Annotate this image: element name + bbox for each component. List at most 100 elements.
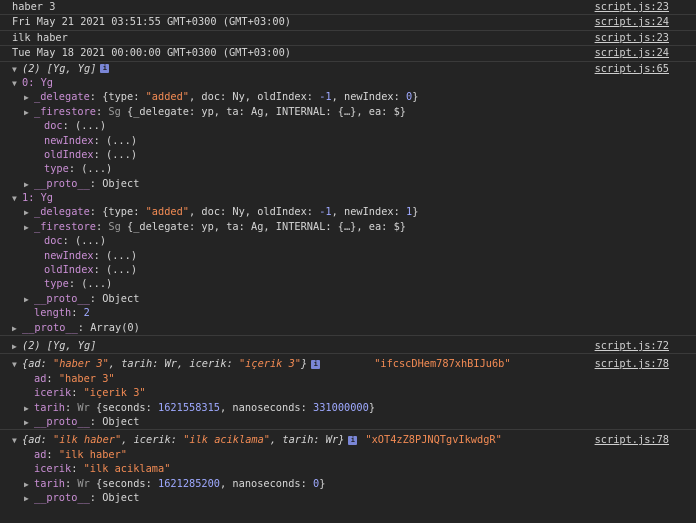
getter-value[interactable]: (...) [81, 163, 112, 175]
getter-row[interactable]: newIndex: (...) [0, 134, 696, 148]
property-value: } [412, 91, 419, 104]
info-icon[interactable]: i [100, 64, 110, 74]
property-value: {type: [102, 91, 146, 104]
string-value: "ilk haber" [53, 434, 122, 447]
string-value: "haber 3" [53, 358, 109, 371]
proto-row[interactable]: ▶ __proto__: Object [0, 292, 696, 306]
array-item-row[interactable]: ▼ 0: Yg [0, 76, 696, 90]
property-key: newIndex [44, 134, 94, 147]
triangle-down-icon[interactable]: ▼ [12, 63, 22, 77]
source-link[interactable]: script.js:78 [595, 433, 669, 447]
info-icon[interactable]: i [348, 435, 358, 445]
property-row[interactable]: ▶ _firestore: Sg {_delegate: yp, ta: Ag, … [0, 105, 696, 119]
array-summary-row[interactable]: ▼ (2) [Yg, Yg] i script.js:65 [0, 62, 696, 76]
source-link[interactable]: script.js:24 [595, 46, 669, 60]
number-value: -1 [319, 206, 332, 219]
getter-row[interactable]: oldIndex: (...) [0, 263, 696, 277]
source-link[interactable]: script.js:78 [595, 357, 669, 371]
devtools-console: haber 3 script.js:23 Fri May 21 2021 03:5… [0, 0, 696, 523]
proto-row[interactable]: ▶ __proto__: Object [0, 177, 696, 191]
log-text: Tue May 18 2021 00:00:00 GMT+0300 (GMT+0… [12, 47, 291, 60]
triangle-right-icon[interactable]: ▶ [12, 340, 22, 354]
info-icon[interactable]: i [311, 359, 321, 369]
console-message-object: ▼ {ad: "haber 3", tarih: Wr, icerik: "içe… [0, 353, 696, 429]
property-key: __proto__ [34, 491, 90, 504]
property-key: icerik [34, 387, 72, 400]
array-index-label: 1: Yg [22, 192, 53, 205]
property-value: Array(0) [90, 321, 140, 334]
property-row[interactable]: ▶ tarih: Wr {seconds: 1621285200, nanosec… [0, 477, 696, 491]
string-value: "haber 3" [58, 372, 115, 385]
property-value: } [412, 206, 419, 219]
getter-row[interactable]: doc: (...) [0, 119, 696, 133]
triangle-right-icon[interactable]: ▶ [24, 492, 34, 506]
triangle-right-icon[interactable]: ▶ [24, 178, 34, 192]
triangle-down-icon[interactable]: ▼ [12, 434, 22, 448]
log-text: Fri May 21 2021 03:51:55 GMT+0300 (GMT+0… [12, 16, 291, 29]
getter-value[interactable]: (...) [106, 250, 137, 262]
triangle-right-icon[interactable]: ▶ [24, 402, 34, 416]
property-value: {seconds: [89, 401, 159, 414]
property-row[interactable]: ▶ _delegate: {type: "added", doc: Ny, old… [0, 205, 696, 219]
triangle-down-icon[interactable]: ▼ [12, 192, 22, 206]
triangle-right-icon[interactable]: ▶ [24, 478, 34, 492]
property-key: _delegate [34, 91, 90, 104]
property-key: length [34, 307, 72, 320]
property-key: type [44, 163, 69, 176]
object-summary-row[interactable]: ▼ {ad: "haber 3", tarih: Wr, icerik: "içe… [0, 357, 696, 371]
property-key: ad [34, 448, 47, 461]
property-row: ad: "haber 3" [34, 372, 115, 385]
property-key: icerik [34, 463, 72, 476]
string-value: "ilk aciklama" [83, 463, 171, 476]
number-value: 2 [83, 307, 90, 320]
property-row[interactable]: ▶ _delegate: {type: "added", doc: Ny, old… [0, 90, 696, 104]
triangle-right-icon[interactable]: ▶ [24, 106, 34, 120]
proto-row[interactable]: ▶ __proto__: Array(0) [0, 321, 696, 335]
getter-value[interactable]: (...) [106, 135, 137, 147]
getter-row[interactable]: newIndex: (...) [0, 249, 696, 263]
proto-row[interactable]: ▶ __proto__: Object [0, 415, 696, 429]
source-link[interactable]: script.js:72 [595, 339, 669, 353]
getter-row[interactable]: oldIndex: (...) [0, 148, 696, 162]
triangle-right-icon[interactable]: ▶ [24, 221, 34, 235]
property-key: __proto__ [34, 177, 90, 190]
array-item-row[interactable]: ▼ 1: Yg [0, 191, 696, 205]
getter-value[interactable]: (...) [106, 149, 137, 161]
triangle-right-icon[interactable]: ▶ [24, 206, 34, 220]
property-value: } [368, 401, 376, 414]
getter-value[interactable]: (...) [81, 278, 112, 290]
proto-row[interactable]: ▶ __proto__: Object [0, 491, 696, 505]
property-key: _firestore [34, 105, 96, 118]
triangle-right-icon[interactable]: ▶ [12, 322, 22, 336]
object-summary-row[interactable]: ▼ {ad: "ilk haber", icerik: "ilk aciklama… [0, 433, 696, 447]
triangle-right-icon[interactable]: ▶ [24, 293, 34, 307]
source-link[interactable]: script.js:24 [595, 15, 669, 29]
getter-value[interactable]: (...) [75, 235, 106, 247]
triangle-right-icon[interactable]: ▶ [24, 416, 34, 430]
getter-value[interactable]: (...) [75, 120, 106, 132]
source-link[interactable]: script.js:23 [595, 0, 669, 14]
string-value: "ilk aciklama" [183, 434, 270, 447]
string-value: "içerik 3" [83, 387, 146, 400]
console-message: Tue May 18 2021 00:00:00 GMT+0300 (GMT+0… [0, 45, 696, 60]
property-row[interactable]: ▶ _firestore: Sg {_delegate: yp, ta: Ag, … [0, 220, 696, 234]
log-text: ilk haber [12, 31, 68, 44]
source-link[interactable]: script.js:23 [595, 31, 669, 45]
triangle-down-icon[interactable]: ▼ [12, 358, 22, 372]
getter-row[interactable]: type: (...) [0, 277, 696, 291]
getter-value[interactable]: (...) [106, 264, 137, 276]
number-value: 1621558315 [158, 401, 221, 414]
property-value: , newIndex: [331, 206, 407, 219]
property-row[interactable]: ▶ tarih: Wr {seconds: 1621558315, nanosec… [0, 401, 696, 415]
class-name: Sg [108, 220, 121, 233]
property-value: {seconds: [89, 477, 159, 490]
source-link[interactable]: script.js:65 [595, 62, 669, 76]
number-value: 1621285200 [158, 477, 221, 490]
getter-row[interactable]: doc: (...) [0, 234, 696, 248]
getter-row[interactable]: type: (...) [0, 162, 696, 176]
triangle-right-icon[interactable]: ▶ [24, 91, 34, 105]
property-key: tarih [34, 477, 65, 490]
object-summary: {ad: [22, 434, 53, 447]
triangle-down-icon[interactable]: ▼ [12, 77, 22, 91]
array-summary-row[interactable]: ▶ (2) [Yg, Yg] script.js:72 [0, 336, 696, 353]
